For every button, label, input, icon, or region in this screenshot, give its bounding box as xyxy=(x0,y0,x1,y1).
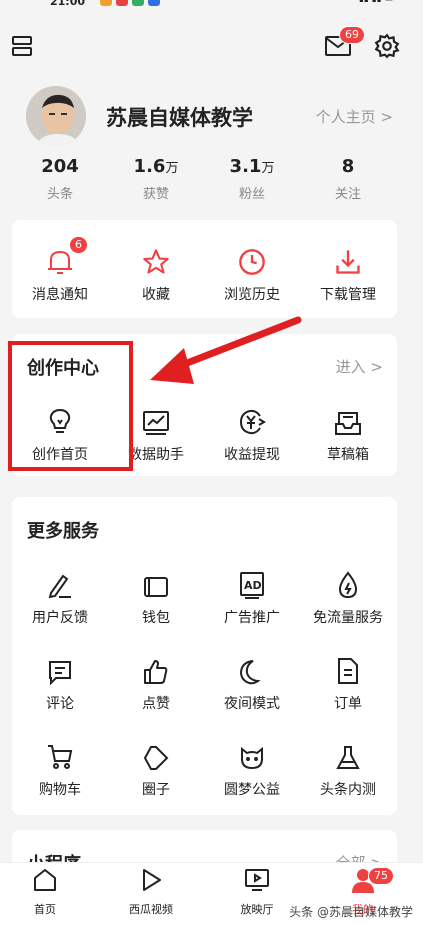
quick-item-label: 浏览历史 xyxy=(224,287,280,303)
mail-badge: 69 xyxy=(339,26,365,44)
notification-icons xyxy=(100,0,160,6)
service-item-charity[interactable]: 圆梦公益 xyxy=(204,735,300,799)
stat-fans[interactable]: 3.1万 粉丝 xyxy=(204,156,300,202)
yuan-icon xyxy=(204,400,300,436)
quick-item-history[interactable]: 浏览历史 xyxy=(204,240,300,304)
stat-label: 关注 xyxy=(334,187,361,202)
service-item-night-mode[interactable]: 夜间模式 xyxy=(204,649,300,713)
service-item-likes[interactable]: 点赞 xyxy=(108,649,204,713)
creator-item-label: 收益提现 xyxy=(224,447,280,463)
service-item-label: 圆梦公益 xyxy=(224,782,280,798)
tab-theater[interactable]: 放映厅 xyxy=(222,867,292,917)
moon-icon xyxy=(204,649,300,685)
service-item-wallet[interactable]: 钱包 xyxy=(108,563,204,627)
service-item-label: 圈子 xyxy=(142,782,170,798)
service-item-label: 夜间模式 xyxy=(224,696,280,712)
wallet-icon xyxy=(108,563,204,599)
homepage-link[interactable]: 个人主页 > xyxy=(316,106,393,127)
cart-icon xyxy=(12,735,108,771)
service-item-label: 免流量服务 xyxy=(313,610,383,626)
service-item-beta[interactable]: 头条内测 xyxy=(300,735,396,799)
tab-xigua-video[interactable]: 西瓜视频 xyxy=(116,867,186,917)
username: 苏晨自媒体教学 xyxy=(106,106,253,130)
mine-badge: 75 xyxy=(368,867,394,885)
stat-value: 3.1 xyxy=(229,156,262,177)
home-icon xyxy=(34,869,56,891)
download-icon xyxy=(300,240,396,276)
signal-icons: ▮▮ ▮▮ ▭ xyxy=(359,0,393,4)
stat-label: 粉丝 xyxy=(238,187,265,202)
service-item-label: 购物车 xyxy=(39,782,81,798)
service-item-label: 头条内测 xyxy=(320,782,376,798)
quick-item-label: 下载管理 xyxy=(320,287,376,303)
stat-unit: 万 xyxy=(165,161,179,176)
charity-icon xyxy=(204,735,300,771)
status-bar: 21:00 ▮▮ ▮▮ ▭ xyxy=(0,0,423,10)
flask-icon xyxy=(300,735,396,771)
profile-section: 苏晨自媒体教学 个人主页 > 204 头条 1.6万 获赞 3.1万 粉丝 8 … xyxy=(0,86,423,206)
quick-item-label: 收藏 xyxy=(142,287,170,303)
stat-following[interactable]: 8 关注 xyxy=(300,156,396,202)
service-item-label: 广告推广 xyxy=(224,610,280,626)
stat-articles[interactable]: 204 头条 xyxy=(12,156,108,202)
top-bar: 69 xyxy=(0,26,423,68)
quick-item-favorites[interactable]: 收藏 xyxy=(108,240,204,304)
ad-icon: AD xyxy=(204,563,300,599)
tab-label: 西瓜视频 xyxy=(129,903,173,916)
draft-box-icon xyxy=(300,400,396,436)
stat-value: 204 xyxy=(41,156,79,177)
quick-item-label: 消息通知 xyxy=(32,287,88,303)
service-item-free-data[interactable]: 免流量服务 xyxy=(300,563,396,627)
quick-item-notifications[interactable]: 6 消息通知 xyxy=(12,236,108,304)
watermark: 头条 @苏晨自媒体教学 xyxy=(289,905,413,919)
stat-value: 8 xyxy=(341,156,355,177)
scan-icon[interactable] xyxy=(6,30,38,62)
quick-item-downloads[interactable]: 下载管理 xyxy=(300,240,396,304)
more-services-card: 更多服务 用户反馈 钱包 AD 广告推广 免流量服务 评论 点赞 夜间模式 订单… xyxy=(12,497,397,815)
settings-gear-icon[interactable] xyxy=(371,30,403,62)
service-item-cart[interactable]: 购物车 xyxy=(12,735,108,799)
creator-item-drafts[interactable]: 草稿箱 xyxy=(300,400,396,464)
creator-enter-link[interactable]: 进入 > xyxy=(336,356,383,377)
status-time: 21:00 xyxy=(50,0,86,8)
comment-icon xyxy=(12,649,108,685)
circle-icon xyxy=(108,735,204,771)
tv-icon xyxy=(245,869,269,891)
edit-icon xyxy=(12,563,108,599)
creator-item-label: 草稿箱 xyxy=(327,447,369,463)
order-icon xyxy=(300,649,396,685)
service-item-comments[interactable]: 评论 xyxy=(12,649,108,713)
tab-label: 放映厅 xyxy=(240,903,274,916)
tab-label: 首页 xyxy=(34,903,56,916)
tab-home[interactable]: 首页 xyxy=(10,867,80,917)
service-item-circles[interactable]: 圈子 xyxy=(108,735,204,799)
creator-item-earnings[interactable]: 收益提现 xyxy=(204,400,300,464)
service-item-label: 用户反馈 xyxy=(32,610,88,626)
highlight-box xyxy=(8,341,133,471)
service-item-label: 钱包 xyxy=(142,610,170,626)
more-services-title: 更多服务 xyxy=(27,521,99,542)
service-item-label: 评论 xyxy=(46,696,74,712)
notification-badge: 6 xyxy=(69,236,88,254)
quick-actions-card: 6 消息通知 收藏 浏览历史 下载管理 xyxy=(12,220,397,318)
service-item-ads[interactable]: AD 广告推广 xyxy=(204,563,300,627)
stat-label: 获赞 xyxy=(142,187,169,202)
stat-label: 头条 xyxy=(46,187,73,202)
svg-text:AD: AD xyxy=(244,579,262,592)
drop-icon xyxy=(300,563,396,599)
stat-unit: 万 xyxy=(261,161,275,176)
service-item-orders[interactable]: 订单 xyxy=(300,649,396,713)
thumb-up-icon xyxy=(108,649,204,685)
clock-icon xyxy=(204,240,300,276)
avatar[interactable] xyxy=(26,86,86,146)
stat-value: 1.6 xyxy=(133,156,166,177)
stat-likes[interactable]: 1.6万 获赞 xyxy=(108,156,204,202)
service-item-label: 订单 xyxy=(334,696,362,712)
service-item-label: 点赞 xyxy=(142,696,170,712)
play-icon xyxy=(143,869,161,891)
bell-icon xyxy=(12,240,108,276)
star-icon xyxy=(108,240,204,276)
service-item-feedback[interactable]: 用户反馈 xyxy=(12,563,108,627)
